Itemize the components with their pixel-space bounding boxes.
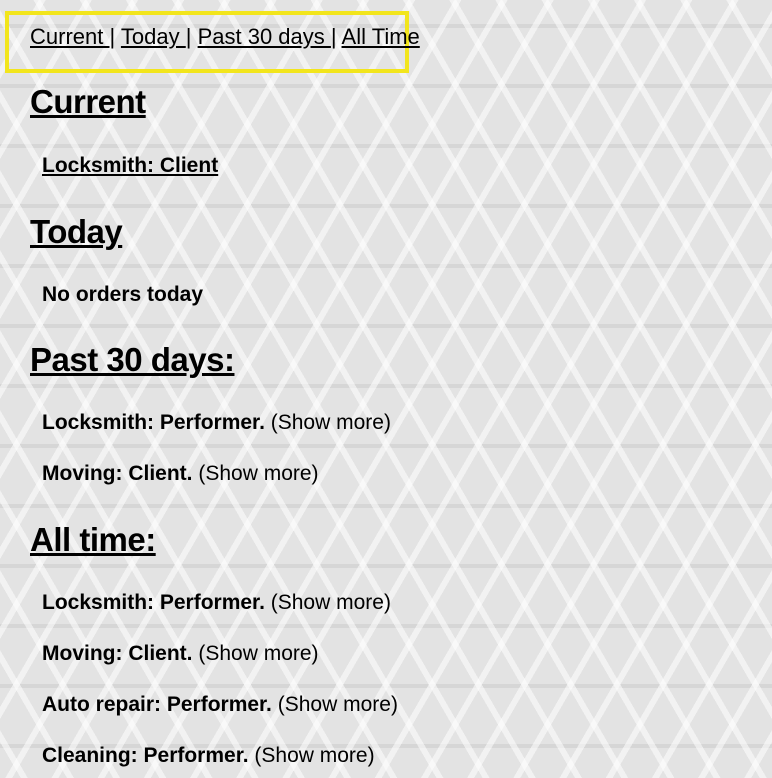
section-all-time: All time: Locksmith: Performer. (Show mo… xyxy=(30,518,398,767)
order-role: Cleaning: Performer. xyxy=(42,744,249,767)
order-role: Locksmith: Performer. xyxy=(42,591,265,614)
show-more-link[interactable]: (Show more) xyxy=(254,744,374,767)
section-nav: Current | Today | Past 30 days | All Tim… xyxy=(30,24,420,50)
nav-separator: | xyxy=(330,24,337,49)
current-order-link[interactable]: Locksmith: Client xyxy=(42,154,218,177)
section-current: Current Locksmith: Client xyxy=(30,80,218,177)
list-item: Moving: Client. (Show more) xyxy=(42,461,319,487)
show-more-link[interactable]: (Show more) xyxy=(271,591,391,614)
section-past-30-days: Past 30 days: Locksmith: Performer. (Sho… xyxy=(30,338,391,485)
show-more-link[interactable]: (Show more) xyxy=(271,411,391,434)
order-role: Moving: Client. xyxy=(42,462,193,485)
list-item: Moving: Client. (Show more) xyxy=(42,641,319,667)
nav-link-current[interactable]: Current xyxy=(30,24,109,49)
nav-link-today[interactable]: Today xyxy=(121,24,186,49)
section-heading-today: Today xyxy=(30,213,123,250)
list-item: Locksmith: Performer. (Show more) xyxy=(42,590,391,616)
show-more-link[interactable]: (Show more) xyxy=(198,462,318,485)
nav-link-all-time[interactable]: All Time xyxy=(342,24,420,49)
nav-link-past-30-days[interactable]: Past 30 days xyxy=(198,24,331,49)
order-role: Auto repair: Performer. xyxy=(42,693,272,716)
section-today: Today No orders today xyxy=(30,210,203,306)
show-more-link[interactable]: (Show more) xyxy=(278,693,398,716)
list-item: Locksmith: Client xyxy=(42,153,218,179)
order-role: Moving: Client. xyxy=(42,642,193,665)
list-item: Locksmith: Performer. (Show more) xyxy=(42,410,391,436)
order-role: Locksmith: Performer. xyxy=(42,411,265,434)
show-more-link[interactable]: (Show more) xyxy=(198,642,318,665)
section-heading-all-time: All time: xyxy=(30,521,156,558)
nav-separator: | xyxy=(109,24,116,49)
section-heading-current: Current xyxy=(30,83,146,120)
list-item: Cleaning: Performer. (Show more) xyxy=(42,743,375,769)
empty-message: No orders today xyxy=(42,283,204,306)
list-item: Auto repair: Performer. (Show more) xyxy=(42,692,398,718)
nav-separator: | xyxy=(185,24,192,49)
section-heading-past-30-days: Past 30 days: xyxy=(30,341,235,378)
